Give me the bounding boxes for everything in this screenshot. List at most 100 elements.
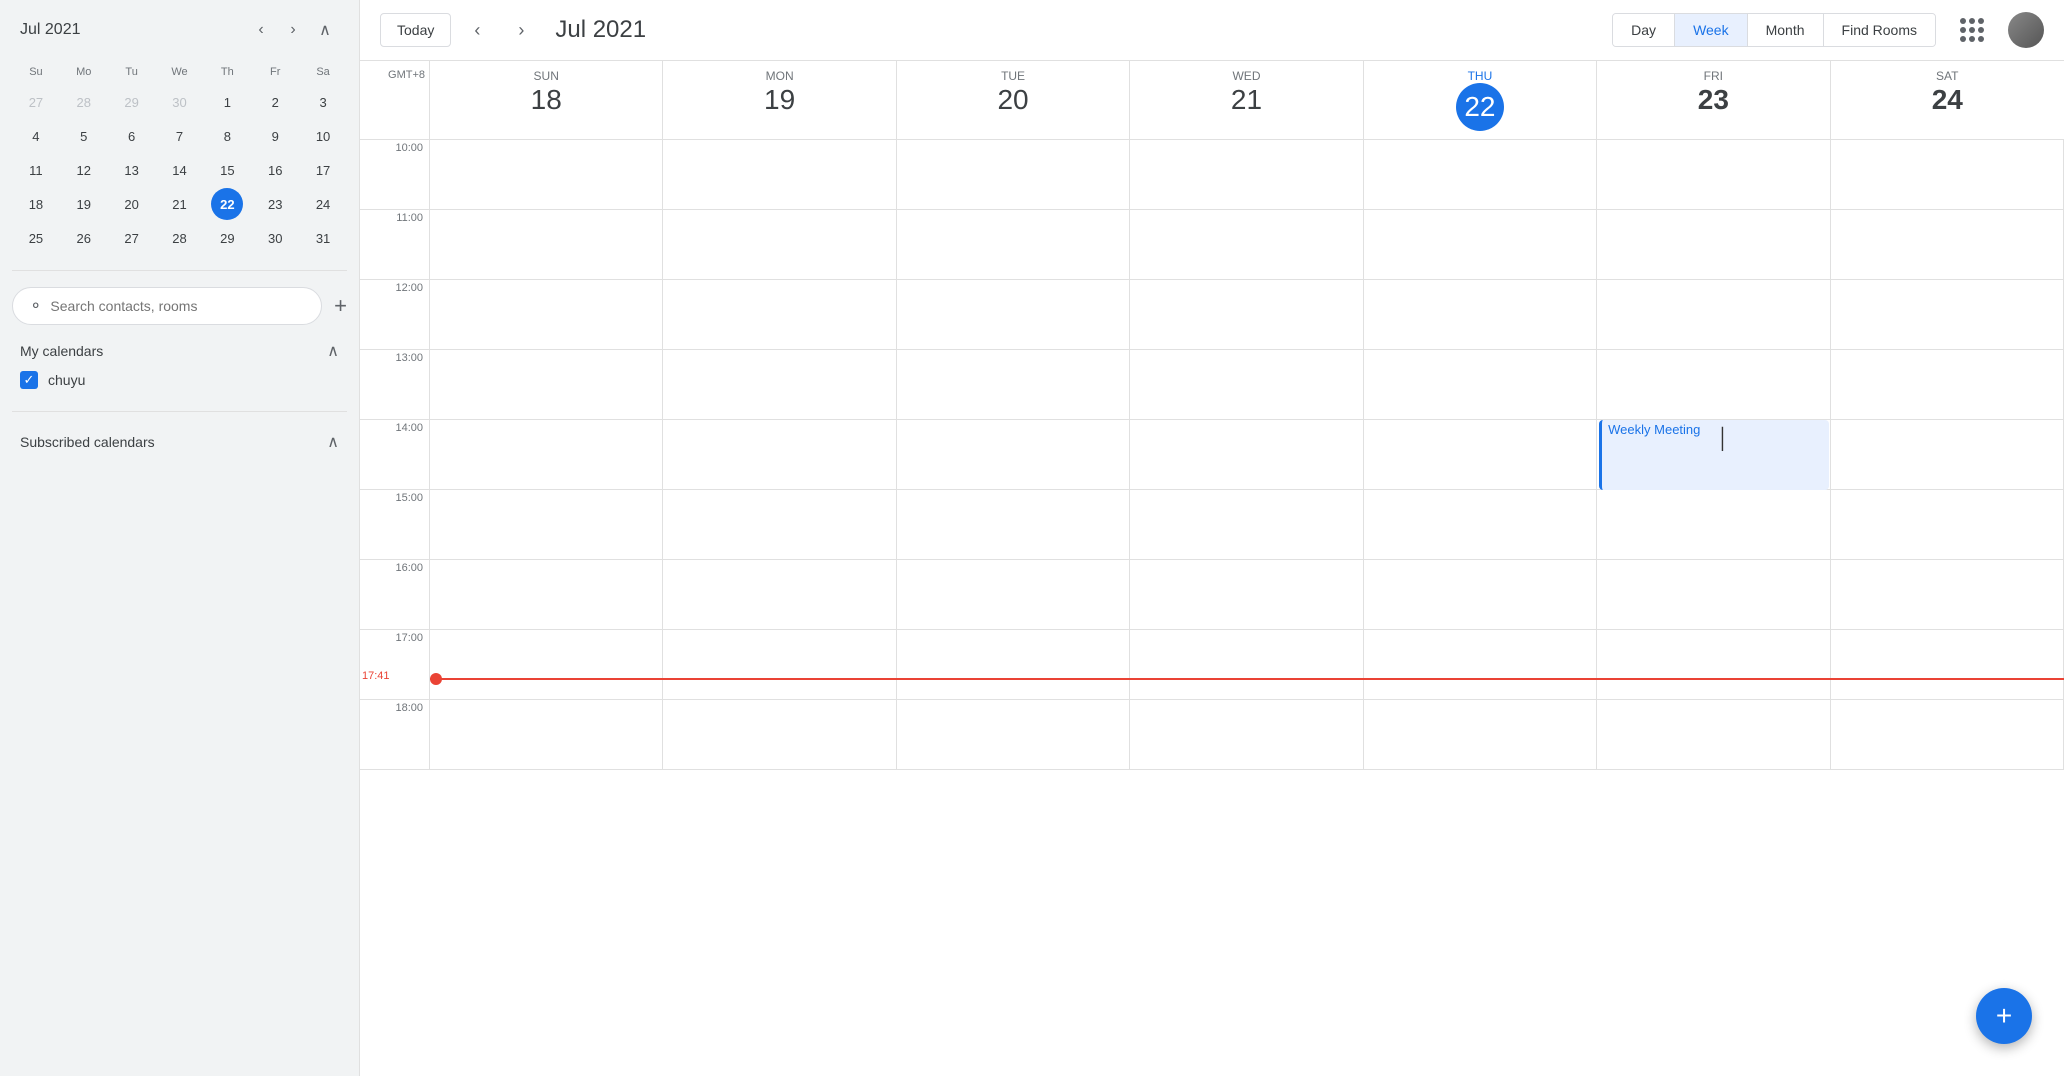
time-slot-1300-col5[interactable] — [1597, 350, 1830, 420]
time-slot-1500-col6[interactable] — [1831, 490, 2064, 560]
mini-day-27[interactable]: 27 — [116, 222, 148, 254]
time-slot-1300-col3[interactable] — [1130, 350, 1363, 420]
mini-day-21[interactable]: 21 — [163, 188, 195, 220]
week-day-mon[interactable]: Mon 19 — [663, 61, 896, 139]
time-slot-1200-col4[interactable] — [1364, 280, 1597, 350]
mini-day-1[interactable]: 1 — [211, 86, 243, 118]
subscribed-calendars-header[interactable]: Subscribed calendars ∧ — [12, 428, 347, 456]
mini-day-6[interactable]: 6 — [116, 120, 148, 152]
time-slot-1100-col1[interactable] — [663, 210, 896, 280]
time-slot-1500-col3[interactable] — [1130, 490, 1363, 560]
today-button[interactable]: Today — [380, 13, 451, 47]
mini-day-16[interactable]: 16 — [259, 154, 291, 186]
time-slot-1800-col3[interactable] — [1130, 700, 1363, 770]
mini-cal-collapse[interactable]: ∧ — [311, 16, 339, 44]
add-button[interactable]: + — [334, 293, 347, 319]
time-slot-1200-col1[interactable] — [663, 280, 896, 350]
time-slot-1300-col1[interactable] — [663, 350, 896, 420]
month-view-button[interactable]: Month — [1748, 14, 1824, 46]
mini-cal-next[interactable]: › — [279, 16, 307, 44]
week-day-wed[interactable]: Wed 21 — [1130, 61, 1363, 139]
mini-day-2[interactable]: 2 — [259, 86, 291, 118]
time-slot-1600-col5[interactable] — [1597, 560, 1830, 630]
mini-day-20[interactable]: 20 — [116, 188, 148, 220]
time-slot-1500-col2[interactable] — [897, 490, 1130, 560]
time-slot-1200-col6[interactable] — [1831, 280, 2064, 350]
fab-button[interactable]: + — [1976, 988, 2032, 1044]
mini-day-4[interactable]: 4 — [20, 120, 52, 152]
time-slot-1600-col6[interactable] — [1831, 560, 2064, 630]
time-slot-1400-col1[interactable] — [663, 420, 896, 490]
time-slot-1800-col1[interactable] — [663, 700, 896, 770]
time-slot-1300-col4[interactable] — [1364, 350, 1597, 420]
mini-day-3[interactable]: 3 — [307, 86, 339, 118]
week-day-thu[interactable]: Thu 22 — [1364, 61, 1597, 139]
find-rooms-button[interactable]: Find Rooms — [1824, 14, 1935, 46]
time-slot-1000-col2[interactable] — [897, 140, 1130, 210]
time-slot-1200-col3[interactable] — [1130, 280, 1363, 350]
avatar[interactable] — [2008, 12, 2044, 48]
time-slot-1700-col4[interactable] — [1364, 630, 1597, 700]
time-slot-1100-col4[interactable] — [1364, 210, 1597, 280]
prev-week-button[interactable]: ‹ — [459, 12, 495, 48]
weekly-meeting-event[interactable]: Weekly Meeting — [1599, 420, 1828, 490]
time-slot-1000-col4[interactable] — [1364, 140, 1597, 210]
week-day-tue[interactable]: Tue 20 — [897, 61, 1130, 139]
time-slot-1700-col6[interactable] — [1831, 630, 2064, 700]
time-slot-1500-col1[interactable] — [663, 490, 896, 560]
time-slot-1800-col5[interactable] — [1597, 700, 1830, 770]
time-slot-1600-col3[interactable] — [1130, 560, 1363, 630]
time-slot-1000-col0[interactable] — [430, 140, 663, 210]
time-slot-1100-col5[interactable] — [1597, 210, 1830, 280]
mini-day-8[interactable]: 8 — [211, 120, 243, 152]
time-slot-1800-col4[interactable] — [1364, 700, 1597, 770]
my-calendars-header[interactable]: My calendars ∧ — [12, 337, 347, 365]
mini-day-27[interactable]: 27 — [20, 86, 52, 118]
time-slot-1500-col5[interactable] — [1597, 490, 1830, 560]
mini-cal-prev[interactable]: ‹ — [247, 16, 275, 44]
week-day-sat[interactable]: Sat 24 — [1831, 61, 2064, 139]
time-slot-1000-col6[interactable] — [1831, 140, 2064, 210]
time-slot-1300-col0[interactable] — [430, 350, 663, 420]
mini-day-26[interactable]: 26 — [68, 222, 100, 254]
mini-day-9[interactable]: 9 — [259, 120, 291, 152]
day-view-button[interactable]: Day — [1613, 14, 1675, 46]
time-slot-1700-col3[interactable] — [1130, 630, 1363, 700]
mini-day-24[interactable]: 24 — [307, 188, 339, 220]
next-week-button[interactable]: › — [503, 12, 539, 48]
mini-day-30[interactable]: 30 — [163, 86, 195, 118]
time-slot-1600-col0[interactable] — [430, 560, 663, 630]
time-slot-1800-col0[interactable] — [430, 700, 663, 770]
week-day-fri[interactable]: Fri 23 — [1597, 61, 1830, 139]
time-slot-1000-col3[interactable] — [1130, 140, 1363, 210]
time-slot-1400-col4[interactable] — [1364, 420, 1597, 490]
time-slot-1100-col2[interactable] — [897, 210, 1130, 280]
week-day-sun[interactable]: Sun 18 — [430, 61, 663, 139]
time-slot-1700-col0[interactable] — [430, 630, 663, 700]
mini-day-7[interactable]: 7 — [163, 120, 195, 152]
time-slot-1800-col6[interactable] — [1831, 700, 2064, 770]
mini-day-18[interactable]: 18 — [20, 188, 52, 220]
time-slot-1500-col0[interactable] — [430, 490, 663, 560]
time-slot-1600-col2[interactable] — [897, 560, 1130, 630]
mini-day-29[interactable]: 29 — [116, 86, 148, 118]
mini-day-12[interactable]: 12 — [68, 154, 100, 186]
mini-day-31[interactable]: 31 — [307, 222, 339, 254]
time-slot-1400-col0[interactable] — [430, 420, 663, 490]
mini-day-13[interactable]: 13 — [116, 154, 148, 186]
mini-day-10[interactable]: 10 — [307, 120, 339, 152]
mini-day-19[interactable]: 19 — [68, 188, 100, 220]
time-slot-1100-col3[interactable] — [1130, 210, 1363, 280]
time-slot-1400-col6[interactable] — [1831, 420, 2064, 490]
search-input[interactable] — [50, 298, 305, 314]
mini-day-15[interactable]: 15 — [211, 154, 243, 186]
mini-day-25[interactable]: 25 — [20, 222, 52, 254]
mini-day-28[interactable]: 28 — [163, 222, 195, 254]
time-slot-1300-col6[interactable] — [1831, 350, 2064, 420]
mini-day-11[interactable]: 11 — [20, 154, 52, 186]
mini-day-29[interactable]: 29 — [211, 222, 243, 254]
time-slot-1200-col2[interactable] — [897, 280, 1130, 350]
time-slot-1000-col1[interactable] — [663, 140, 896, 210]
time-slot-1400-col3[interactable] — [1130, 420, 1363, 490]
time-slot-1300-col2[interactable] — [897, 350, 1130, 420]
